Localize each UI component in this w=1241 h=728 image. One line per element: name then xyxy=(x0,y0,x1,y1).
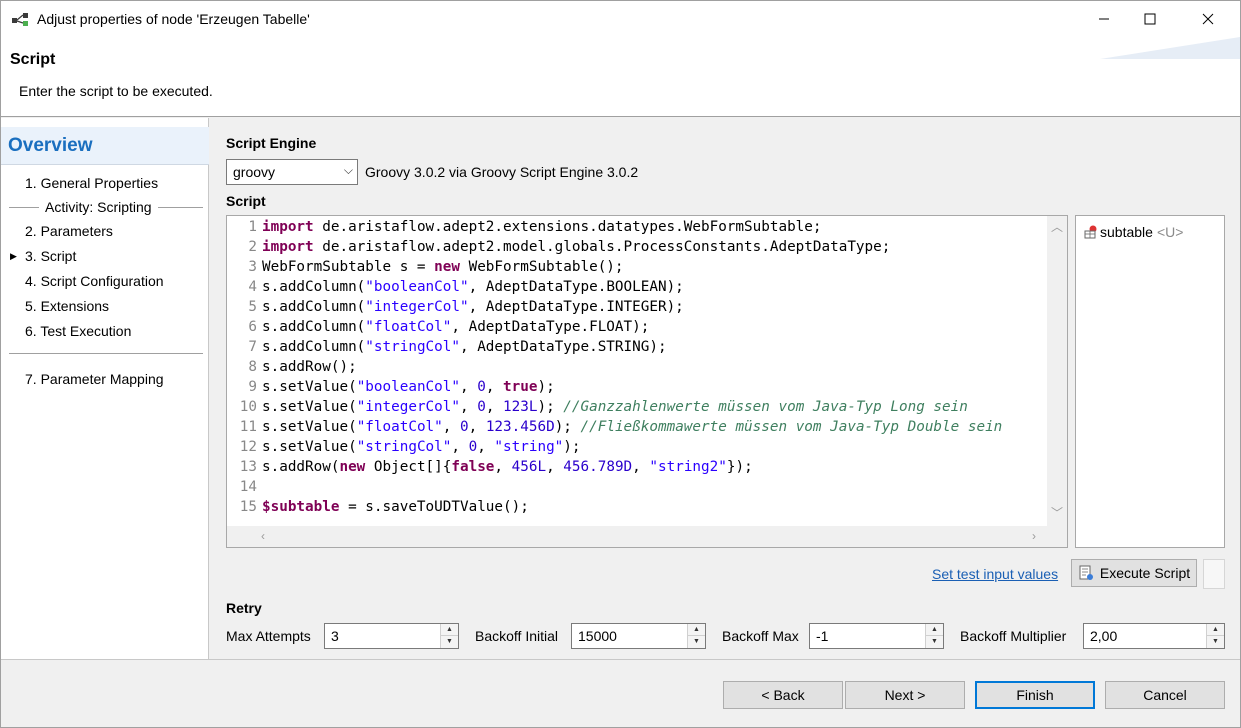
page-title: Script xyxy=(10,51,56,68)
code-line: $subtable = s.saveToUDTValue(); xyxy=(262,499,529,515)
code-line: import de.aristaflow.adept2.extensions.d… xyxy=(262,219,822,235)
backoff-max-label: Backoff Max xyxy=(722,628,799,644)
code-line: import de.aristaflow.adept2.model.global… xyxy=(262,239,891,255)
title-bar: Adjust properties of node 'Erzeugen Tabe… xyxy=(1,1,1240,37)
workflow-node-icon xyxy=(12,13,28,26)
code-line: s.addColumn("floatCol", AdeptDataType.FL… xyxy=(262,319,650,335)
set-test-input-link[interactable]: Set test input values xyxy=(932,566,1058,582)
code-line: s.setValue("integerCol", 0, 123L); //Gan… xyxy=(262,399,968,415)
page-description: Enter the script to be executed. xyxy=(19,83,213,99)
nav-item-parameter-mapping[interactable]: 7. Parameter Mapping xyxy=(25,371,164,387)
script-engine-description: Groovy 3.0.2 via Groovy Script Engine 3.… xyxy=(365,164,639,180)
variables-panel: subtable <U> xyxy=(1075,215,1225,548)
spin-down-icon[interactable]: ▼ xyxy=(688,636,705,648)
line-number: 4 xyxy=(248,279,257,295)
nav-item-script-configuration[interactable]: 4. Script Configuration xyxy=(25,273,164,289)
code-line: WebFormSubtable s = new WebFormSubtable(… xyxy=(262,259,624,275)
backoff-initial-spinner[interactable]: 15000 ▲ ▼ xyxy=(571,623,706,649)
code-line: s.addRow(new Object[]{false, 456L, 456.7… xyxy=(262,459,753,475)
wizard-footer: < Back Next > Finish Cancel xyxy=(1,659,1240,727)
minimize-button[interactable] xyxy=(1081,1,1127,37)
nav-item-script[interactable]: 3. Script xyxy=(25,248,76,264)
line-number: 13 xyxy=(239,459,257,475)
code-line: s.addColumn("stringCol", AdeptDataType.S… xyxy=(262,339,667,355)
dialog-window: Adjust properties of node 'Erzeugen Tabe… xyxy=(0,0,1241,728)
wizard-header: Script Enter the script to be executed. xyxy=(1,37,1240,117)
retry-label: Retry xyxy=(226,600,262,616)
line-number: 14 xyxy=(239,479,257,495)
backoff-max-spinner[interactable]: -1 ▲ ▼ xyxy=(809,623,944,649)
script-label: Script xyxy=(226,193,266,209)
nav-group-activity-scripting: Activity: Scripting xyxy=(9,199,203,215)
scroll-up-icon[interactable]: ︿ xyxy=(1051,218,1063,235)
next-button[interactable]: Next > xyxy=(845,681,965,709)
backoff-multiplier-spinner[interactable]: 2,00 ▲ ▼ xyxy=(1083,623,1225,649)
code-area[interactable]: 1 import de.aristaflow.adept2.extensions.… xyxy=(227,216,1049,526)
line-number: 2 xyxy=(248,239,257,255)
code-line: s.addRow(); xyxy=(262,359,357,375)
script-engine-label: Script Engine xyxy=(226,135,317,151)
output-variable-icon xyxy=(1084,225,1097,239)
execute-script-button[interactable]: Execute Script xyxy=(1071,559,1197,587)
minimize-icon xyxy=(1099,18,1109,20)
line-number: 15 xyxy=(239,499,257,515)
spin-down-icon[interactable]: ▼ xyxy=(926,636,943,648)
spin-up-icon[interactable]: ▲ xyxy=(926,624,943,636)
spin-up-icon[interactable]: ▲ xyxy=(1207,624,1224,636)
code-line: s.setValue("stringCol", 0, "string"); xyxy=(262,439,581,455)
script-editor[interactable]: 1 import de.aristaflow.adept2.extensions.… xyxy=(226,215,1068,548)
script-run-icon xyxy=(1079,565,1093,580)
spin-up-icon[interactable]: ▲ xyxy=(441,624,458,636)
finish-button[interactable]: Finish xyxy=(975,681,1095,709)
cancel-button[interactable]: Cancel xyxy=(1105,681,1225,709)
scroll-down-icon[interactable]: ﹀ xyxy=(1051,504,1063,521)
close-button[interactable] xyxy=(1185,1,1231,37)
back-button[interactable]: < Back xyxy=(723,681,843,709)
spin-up-icon[interactable]: ▲ xyxy=(688,624,705,636)
line-number: 6 xyxy=(248,319,257,335)
close-icon xyxy=(1202,13,1214,25)
main-panel: Script Engine groovy ⌵ Groovy 3.0.2 via … xyxy=(210,118,1240,659)
scroll-right-icon[interactable]: › xyxy=(1032,529,1036,543)
execution-status-box xyxy=(1203,559,1225,589)
header-decoration xyxy=(1100,37,1240,59)
overview-nav: Overview 1. General Properties Activity:… xyxy=(1,118,209,659)
code-line: s.addColumn("integerCol", AdeptDataType.… xyxy=(262,299,684,315)
nav-item-extensions[interactable]: 5. Extensions xyxy=(25,298,109,314)
line-number: 9 xyxy=(248,379,257,395)
code-line: s.addColumn("booleanCol", AdeptDataType.… xyxy=(262,279,684,295)
backoff-multiplier-label: Backoff Multiplier xyxy=(960,628,1067,644)
line-number: 10 xyxy=(239,399,257,415)
nav-item-test-execution[interactable]: 6. Test Execution xyxy=(25,323,131,339)
window-title: Adjust properties of node 'Erzeugen Tabe… xyxy=(37,11,310,27)
max-attempts-label: Max Attempts xyxy=(226,628,311,644)
nav-divider xyxy=(9,353,203,354)
maximize-icon xyxy=(1144,13,1156,25)
line-number: 11 xyxy=(239,419,257,435)
maximize-button[interactable] xyxy=(1127,1,1173,37)
nav-item-parameters[interactable]: 2. Parameters xyxy=(25,223,113,239)
overview-heading: Overview xyxy=(1,127,209,165)
variable-item[interactable]: subtable <U> xyxy=(1082,224,1183,240)
max-attempts-spinner[interactable]: 3 ▲ ▼ xyxy=(324,623,459,649)
line-number: 8 xyxy=(248,359,257,375)
line-number: 12 xyxy=(239,439,257,455)
line-number: 7 xyxy=(248,339,257,355)
selected-arrow-icon: ▶ xyxy=(10,251,17,261)
spin-down-icon[interactable]: ▼ xyxy=(441,636,458,648)
backoff-initial-label: Backoff Initial xyxy=(475,628,559,644)
line-number: 5 xyxy=(248,299,257,315)
nav-item-general-properties[interactable]: 1. General Properties xyxy=(25,175,158,191)
horizontal-scrollbar[interactable]: ‹ › xyxy=(227,526,1067,547)
chevron-down-icon: ⌵ xyxy=(343,163,353,177)
scroll-left-icon[interactable]: ‹ xyxy=(261,529,265,543)
code-line: s.setValue("floatCol", 0, 123.456D); //F… xyxy=(262,419,1003,435)
vertical-scrollbar[interactable]: ︿ ﹀ xyxy=(1047,216,1067,526)
line-number: 1 xyxy=(248,219,257,235)
code-line: s.setValue("booleanCol", 0, true); xyxy=(262,379,555,395)
line-number: 3 xyxy=(248,259,257,275)
script-engine-select[interactable]: groovy ⌵ xyxy=(226,159,358,185)
spin-down-icon[interactable]: ▼ xyxy=(1207,636,1224,648)
